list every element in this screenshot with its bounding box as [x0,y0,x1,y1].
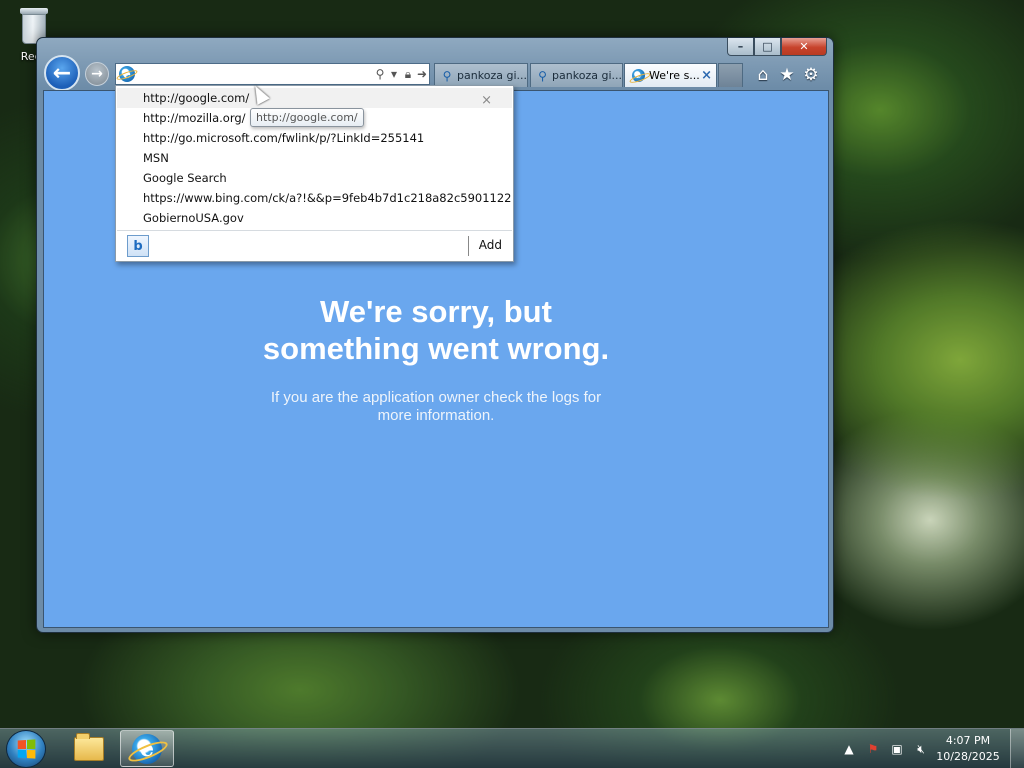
autocomplete-footer: b Add [117,230,512,261]
windows-explorer-taskbar-button[interactable] [62,730,116,767]
error-title-line-1: We're sorry, but [320,294,552,329]
back-button[interactable]: ← [44,55,80,91]
autocomplete-item-text: MSN [143,151,169,165]
show-desktop-button[interactable] [1010,729,1024,768]
favorites-star-icon[interactable]: ★ [777,65,797,85]
url-tooltip: http://google.com/ [250,108,364,127]
action-center-flag-icon[interactable]: ⚑ [864,740,882,758]
home-icon[interactable]: ⌂ [753,65,773,85]
delete-suggestion-icon[interactable]: × [481,91,492,108]
tab-label: We're s... [649,69,700,82]
taskbar: e ▲ ⚑ ▣ 🔇︎ 4:07 PM 10/28/2025 [0,728,1024,768]
site-ie-icon: e [119,66,135,82]
autocomplete-item[interactable]: Google Search [117,168,512,188]
forward-arrow-icon: → [91,66,103,82]
footer-separator [468,236,469,256]
autocomplete-item-text: Google Search [143,171,227,185]
clock[interactable]: 4:07 PM 10/28/2025 [936,733,1000,765]
clock-date: 10/28/2025 [936,750,1000,763]
tab-pankoza-2[interactable]: ⚲ pankoza gi... [530,63,623,87]
clock-time: 4:07 PM [945,734,991,747]
autocomplete-item-text: http://google.com/ [143,91,250,105]
maximize-button[interactable]: □ [754,38,781,56]
autocomplete-item[interactable]: http://go.microsoft.com/fwlink/p/?LinkId… [117,128,512,148]
autocomplete-item[interactable]: https://www.bing.com/ck/a?!&&p=9feb4b7d1… [117,188,512,208]
search-icon[interactable]: ⚲ [373,65,387,83]
system-tray: ▲ ⚑ ▣ 🔇︎ 4:07 PM 10/28/2025 [840,729,1024,768]
search-icon: ⚲ [538,68,547,83]
lock-icon[interactable]: 🔒︎ [401,65,415,83]
folder-icon [74,732,104,761]
tab-pankoza-1[interactable]: ⚲ pankoza gi... [434,63,528,87]
address-input[interactable] [135,65,373,83]
search-icon: ⚲ [442,68,452,83]
bing-icon[interactable]: b [127,235,149,257]
back-arrow-icon: ← [52,60,72,86]
error-message-line-2: more information. [377,407,495,424]
new-tab-button[interactable] [718,63,743,87]
autocomplete-item-text: GobiernoUSA.gov [143,211,244,225]
autocomplete-item[interactable]: GobiernoUSA.gov [117,208,512,228]
forward-button[interactable]: → [85,62,109,86]
window-caption-buttons: – □ ✕ [727,38,827,56]
show-hidden-icons-arrow[interactable]: ▲ [840,740,858,758]
address-bar: e ⚲ ▾ 🔒︎ ➜ [115,63,430,85]
internet-explorer-icon: e [132,733,162,764]
autocomplete-item-text: https://www.bing.com/ck/a?!&&p=9feb4b7d1… [143,191,512,205]
ie-icon: e [631,69,645,83]
error-message: If you are the application owner check t… [44,389,828,425]
go-arrow-icon[interactable]: ➜ [415,65,429,83]
chevron-down-icon[interactable]: ▾ [387,65,401,83]
autocomplete-item[interactable]: MSN [117,148,512,168]
close-window-button[interactable]: ✕ [781,38,827,56]
error-title: We're sorry, but something went wrong. [44,293,828,367]
volume-muted-icon[interactable]: 🔇︎ [912,740,930,758]
tab-label: pankoza gi... [552,69,622,82]
windows-logo-icon [17,739,36,759]
close-tab-icon[interactable]: × [701,68,712,83]
autocomplete-item[interactable]: http://google.com/ × [117,88,512,108]
autocomplete-item-text: http://go.microsoft.com/fwlink/p/?LinkId… [143,131,425,145]
error-title-line-2: something went wrong. [262,331,610,366]
start-button[interactable] [6,730,46,768]
tab-active-error-page[interactable]: e We're s... × [624,63,717,87]
minimize-button[interactable]: – [727,38,754,56]
add-search-provider-button[interactable]: Add [479,238,502,252]
internet-explorer-taskbar-button[interactable]: e [120,730,174,767]
network-icon[interactable]: ▣ [888,740,906,758]
autocomplete-item-text: http://mozilla.org/ [143,111,246,125]
tab-label: pankoza gi... [457,69,527,82]
error-message-line-1: If you are the application owner check t… [270,389,602,406]
settings-gear-icon[interactable]: ⚙ [801,65,821,85]
